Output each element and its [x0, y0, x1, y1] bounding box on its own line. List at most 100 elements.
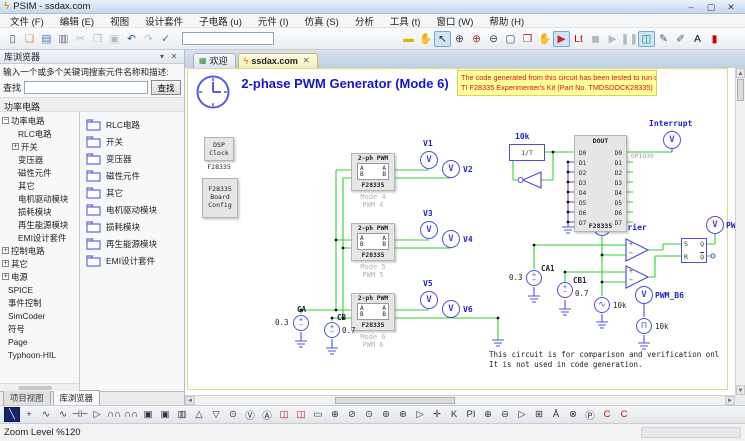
transformer-3w-icon[interactable]: ▣ — [157, 407, 173, 422]
zoom-out-icon[interactable]: ⊖ — [485, 31, 502, 47]
open-file-icon[interactable]: ❏ — [21, 31, 38, 47]
menu-item[interactable]: 编辑 (E) — [52, 14, 102, 28]
horizontal-scroll-thumb[interactable] — [335, 397, 455, 404]
scroll-up-icon[interactable]: ▲ — [736, 68, 745, 78]
voltmeter-v4[interactable]: V — [442, 230, 460, 248]
vertical-scrollbar[interactable]: ▲ ▼ — [735, 68, 745, 395]
zoom-in-icon[interactable]: ⊕ — [451, 31, 468, 47]
maximize-button[interactable]: ▢ — [701, 1, 721, 13]
folder-item[interactable]: 损耗模块 — [86, 218, 184, 235]
diode-icon[interactable]: ▷ — [89, 407, 105, 422]
tree-item[interactable]: + 控制电路 — [0, 244, 79, 257]
ac-source-icon[interactable]: ⊘ — [344, 407, 360, 422]
new-file-icon[interactable]: ▯ — [4, 31, 21, 47]
menu-item[interactable]: 帮助 (H) — [481, 14, 532, 28]
simview-icon[interactable]: ◫ — [638, 31, 655, 47]
tree-item[interactable]: 变压器 — [0, 153, 79, 166]
tree-item[interactable]: + 电源 — [0, 270, 79, 283]
voltmeter-v6[interactable]: V — [442, 300, 460, 318]
dc-source-ca1[interactable]: +− — [526, 270, 542, 286]
zoom-fit-icon[interactable]: ▢ — [502, 31, 519, 47]
run-simulation-icon[interactable]: ▶ — [553, 31, 570, 47]
node-probe-icon[interactable]: ✛ — [429, 407, 445, 422]
scroll-right-icon[interactable]: ► — [725, 396, 735, 405]
print-icon[interactable]: ▥ — [55, 31, 72, 47]
controlled-isource-icon[interactable]: ⊖ — [497, 407, 513, 422]
close-button[interactable]: ✕ — [721, 1, 741, 13]
close-tab-icon[interactable]: ✕ — [303, 56, 310, 65]
cut-icon[interactable]: ✂ — [72, 31, 89, 47]
tree-item[interactable]: + 开关 — [0, 140, 79, 153]
pwm-generator-block[interactable]: 2-ph PWM AA BB F28335 Mode 4 PWM 4 — [351, 153, 395, 223]
tree-hscrollbar[interactable] — [0, 383, 79, 391]
folder-item[interactable]: 变压器 — [86, 150, 184, 167]
tree-expand-icon[interactable]: + — [12, 143, 19, 150]
folder-item[interactable]: 其它 — [86, 184, 184, 201]
help-icon[interactable]: ▮ — [706, 31, 723, 47]
capacitor-icon[interactable]: ⊣⊢ — [72, 407, 88, 422]
sensor-icon[interactable]: Å — [548, 407, 564, 422]
tree-item[interactable]: 符号 — [0, 322, 79, 335]
tree-item[interactable]: 电机驱动模块 — [0, 192, 79, 205]
wire-tool-icon[interactable]: ╲ — [4, 407, 20, 422]
minimize-button[interactable]: – — [681, 1, 701, 13]
coupled-inductor-icon[interactable]: ∩∩ — [123, 407, 139, 422]
math-block-icon[interactable]: ⊞ — [531, 407, 547, 422]
text-tool-icon[interactable]: A — [689, 31, 706, 47]
voltmeter-pwm-b6[interactable]: V — [635, 286, 653, 304]
board-config-block[interactable]: F28335 Board Config — [202, 178, 238, 218]
menu-item[interactable]: 仿真 (S) — [297, 14, 347, 28]
ammeter-icon[interactable]: Ⓐ — [259, 407, 275, 422]
pwm-generator-block[interactable]: 2-ph PWM AA BB F28335 Mode 5 PWM 5 — [351, 223, 395, 293]
tree-item[interactable]: 损耗模块 — [0, 205, 79, 218]
tree-expand-icon[interactable]: + — [2, 273, 9, 280]
folder-item[interactable]: RLC电路 — [86, 116, 184, 133]
toolbar-search-input[interactable] — [182, 32, 274, 45]
label-tool-icon[interactable]: ▬ — [400, 31, 417, 47]
pan-icon[interactable]: ✋ — [417, 31, 434, 47]
tree-item[interactable]: + 其它 — [0, 257, 79, 270]
ltspice-icon[interactable]: Lt — [570, 31, 587, 47]
search-button[interactable]: 查找 — [151, 80, 181, 95]
voltmeter-interrupt[interactable]: V — [663, 131, 681, 149]
menu-item[interactable]: 工具 (t) — [382, 14, 429, 28]
zoom-page-icon[interactable]: ❒ — [519, 31, 536, 47]
vertical-scroll-thumb[interactable] — [737, 79, 744, 101]
redo-icon[interactable]: ↷ — [140, 31, 157, 47]
dout-block[interactable]: DOUT D0D1D2D3D4D5D6D7 D0D1D2D3D4D5D6D7 F… — [574, 135, 627, 232]
opamp-inv-icon[interactable]: ▽ — [208, 407, 224, 422]
menu-item[interactable]: 设计套件 — [137, 14, 191, 28]
buffer-icon[interactable]: ▷ — [412, 407, 428, 422]
copy-icon[interactable]: ❐ — [89, 31, 106, 47]
save-icon[interactable]: ▤ — [38, 31, 55, 47]
pan-page-icon[interactable]: ✋ — [536, 31, 553, 47]
tree-expand-icon[interactable]: + — [2, 247, 9, 254]
chevron-down-icon[interactable]: ▾ — [156, 52, 168, 61]
tree-expand-icon[interactable]: − — [2, 117, 9, 124]
tree-item[interactable]: SPICE — [0, 283, 79, 296]
voltmeter-pwm[interactable]: V — [706, 216, 724, 234]
inductor-icon[interactable]: ∩∩ — [106, 407, 122, 422]
tree-item[interactable]: 再生能源模块 — [0, 218, 79, 231]
undo-icon[interactable]: ↶ — [123, 31, 140, 47]
voltmeter-v2[interactable]: V — [442, 160, 460, 178]
menu-item[interactable]: 文件 (F) — [2, 14, 52, 28]
paste-icon[interactable]: ▣ — [106, 31, 123, 47]
scroll-left-icon[interactable]: ◄ — [185, 396, 195, 405]
tree-item[interactable]: 其它 — [0, 179, 79, 192]
sine-source[interactable]: ∿ — [594, 297, 610, 313]
run-icon[interactable]: ▶ — [604, 31, 621, 47]
script-edit-icon[interactable]: ✐ — [672, 31, 689, 47]
controlled-vsource-icon[interactable]: ⊕ — [480, 407, 496, 422]
resistor-icon[interactable]: ∿ — [38, 407, 54, 422]
folder-item[interactable]: 磁性元件 — [86, 167, 184, 184]
tab-welcome[interactable]: ▦ 欢迎 — [193, 53, 236, 68]
power-module-icon[interactable]: Ⓟ — [582, 407, 598, 422]
voltmeter-icon[interactable]: Ⓥ — [242, 407, 258, 422]
sr-flipflop-block[interactable]: SQ RQ — [681, 238, 707, 263]
gain-block-icon[interactable]: K — [446, 407, 462, 422]
mutual-coupling-icon[interactable]: ▥ — [174, 407, 190, 422]
schematic-canvas[interactable]: 2-phase PWM Generator (Mode 6) The code … — [185, 68, 745, 405]
tab-library-browser[interactable]: 库浏览器 — [53, 390, 101, 405]
tree-item[interactable]: 磁性元件 — [0, 166, 79, 179]
